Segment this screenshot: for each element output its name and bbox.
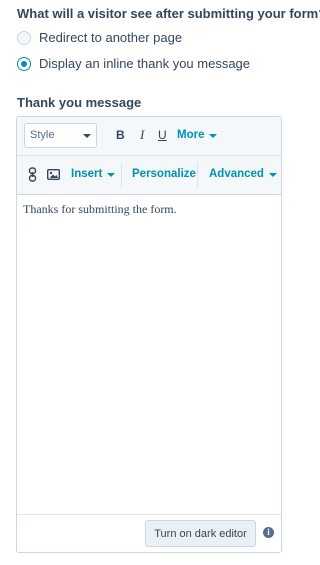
chevron-down-icon [107, 172, 116, 177]
radio-button-inline-message[interactable] [17, 56, 31, 71]
advanced-label: Advanced [209, 168, 264, 180]
image-icon[interactable] [47, 169, 60, 180]
more-label: More [177, 129, 205, 141]
insert-dropdown[interactable]: Insert [71, 168, 116, 180]
radio-button-redirect[interactable] [17, 30, 31, 45]
bold-button[interactable]: B [116, 128, 125, 142]
radio-label-inline-message: Display an inline thank you message [39, 56, 251, 71]
form-question: What will a visitor see after submitting… [17, 6, 320, 21]
editor-toolbar: Style B I U More Insert Personalize Adva… [17, 117, 281, 195]
chevron-down-icon [83, 134, 91, 138]
italic-button[interactable]: I [140, 128, 144, 142]
toolbar-separator [197, 162, 198, 188]
info-icon[interactable]: i [263, 527, 274, 538]
link-icon[interactable] [28, 167, 37, 182]
dark-editor-button[interactable]: Turn on dark editor [145, 520, 256, 547]
chevron-down-icon [209, 133, 218, 138]
personalize-button[interactable]: Personalize [132, 168, 196, 180]
toolbar-row-formatting: Style B I U More [17, 117, 281, 155]
more-dropdown[interactable]: More [177, 129, 218, 141]
style-dropdown-label: Style [30, 129, 55, 141]
radio-option-redirect[interactable]: Redirect to another page [17, 30, 182, 45]
insert-label: Insert [71, 168, 103, 180]
toolbar-row-insert: Insert Personalize Advanced [17, 156, 281, 194]
editor-content[interactable]: Thanks for submitting the form. [23, 202, 177, 217]
radio-label-redirect: Redirect to another page [39, 30, 183, 45]
underline-button[interactable]: U [158, 128, 167, 142]
advanced-dropdown[interactable]: Advanced [209, 168, 277, 180]
rich-text-editor: Style B I U More Insert Personalize Adva… [16, 116, 282, 553]
radio-option-inline-message[interactable]: Display an inline thank you message [17, 56, 250, 71]
editor-footer: Turn on dark editor i [17, 514, 281, 552]
chevron-down-icon [268, 172, 277, 177]
thank-you-message-label: Thank you message [17, 95, 142, 110]
toolbar-separator [121, 162, 122, 188]
style-dropdown[interactable]: Style [24, 123, 97, 148]
